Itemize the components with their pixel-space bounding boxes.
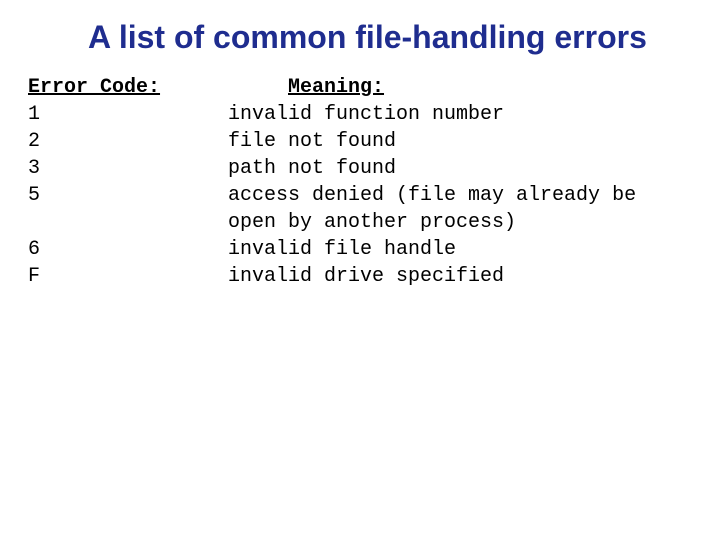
error-meaning: access denied (file may already be open …	[228, 182, 658, 236]
header-error-code: Error Code:	[28, 74, 228, 101]
error-meaning: path not found	[228, 155, 396, 182]
error-code: 5	[28, 182, 228, 209]
table-header-row: Error Code: Meaning:	[28, 74, 692, 101]
error-meaning: invalid file handle	[228, 236, 456, 263]
error-meaning: file not found	[228, 128, 396, 155]
error-table: Error Code: Meaning: 1 invalid function …	[28, 74, 692, 290]
slide: A list of common file-handling errors Er…	[0, 0, 720, 540]
error-meaning: invalid drive specified	[228, 263, 504, 290]
error-code: 1	[28, 101, 228, 128]
table-row: 3 path not found	[28, 155, 692, 182]
table-row: 1 invalid function number	[28, 101, 692, 128]
table-row: 6 invalid file handle	[28, 236, 692, 263]
page-title: A list of common file-handling errors	[88, 18, 688, 56]
table-row: 2 file not found	[28, 128, 692, 155]
table-row: 5 access denied (file may already be ope…	[28, 182, 692, 236]
error-code: F	[28, 263, 228, 290]
error-meaning: invalid function number	[228, 101, 504, 128]
error-code: 3	[28, 155, 228, 182]
error-code: 6	[28, 236, 228, 263]
header-meaning: Meaning:	[288, 74, 384, 101]
error-code: 2	[28, 128, 228, 155]
table-row: F invalid drive specified	[28, 263, 692, 290]
